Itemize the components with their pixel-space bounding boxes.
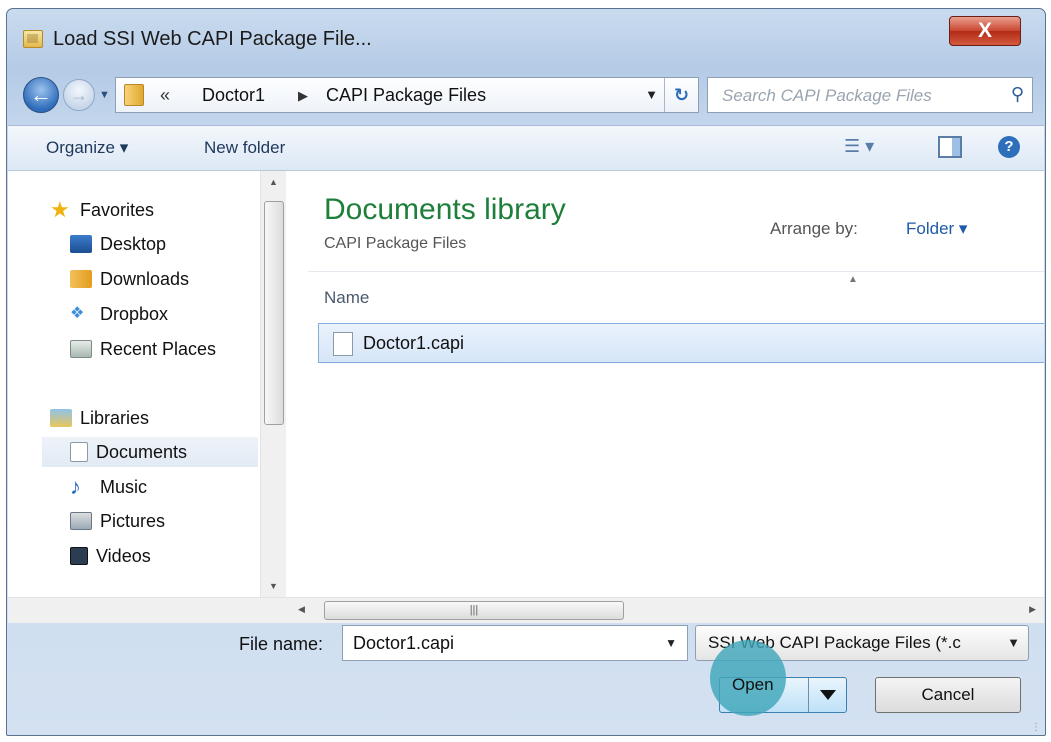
breadcrumb-item-doctor1[interactable]: Doctor1 <box>202 85 265 106</box>
sidebar-label: Pictures <box>100 510 166 531</box>
forward-arrow-icon[interactable]: → <box>63 79 95 111</box>
view-options-icon[interactable]: ☰ ▾ <box>844 136 874 158</box>
desktop-icon <box>70 235 92 253</box>
close-button[interactable]: X <box>949 16 1021 46</box>
arrange-by-dropdown[interactable]: Folder ▾ <box>906 219 967 239</box>
title-bar: Load SSI Web CAPI Package File... X <box>7 9 1045 69</box>
sidebar-label: Desktop <box>100 233 167 254</box>
file-name-value[interactable]: Doctor1.capi <box>353 633 454 654</box>
navigation-bar: ← → ▼ « Doctor1 ▶ CAPI Package Files ▼ ↻… <box>7 67 1045 123</box>
sidebar-item-downloads[interactable]: Downloads <box>70 264 189 294</box>
sidebar-label: Dropbox <box>100 303 169 324</box>
help-icon[interactable]: ? <box>998 136 1020 158</box>
breadcrumb-separator-icon[interactable]: ▶ <box>298 88 308 104</box>
sidebar-item-pictures[interactable]: Pictures <box>70 506 165 536</box>
sidebar-item-documents[interactable]: Documents <box>42 437 258 467</box>
recent-locations-dropdown-icon[interactable]: ▼ <box>99 89 110 101</box>
library-subtitle: CAPI Package Files <box>324 235 467 252</box>
documents-icon <box>70 442 88 462</box>
window-title: Load SSI Web CAPI Package File... <box>53 28 372 50</box>
sidebar-item-favorites[interactable]: ★ Favorites <box>50 195 154 225</box>
folder-icon <box>124 84 144 106</box>
sidebar-item-desktop[interactable]: Desktop <box>70 229 166 259</box>
preview-pane-icon[interactable] <box>938 136 962 158</box>
dropbox-icon: ❖ <box>70 305 85 322</box>
downloads-icon <box>70 270 92 288</box>
library-title: Documents library <box>324 193 566 226</box>
search-input[interactable]: Search CAPI Package Files <box>722 86 932 106</box>
sidebar-label: Music <box>100 476 148 497</box>
open-split-dropdown-icon[interactable] <box>808 678 846 712</box>
organize-button[interactable]: Organize ▾ <box>46 138 128 158</box>
recent-places-icon <box>70 340 92 358</box>
videos-icon <box>70 547 88 565</box>
app-icon <box>23 30 43 48</box>
breadcrumb-overflow[interactable]: « <box>160 85 170 106</box>
sort-ascending-icon: ▲ <box>848 274 858 285</box>
resize-grip-icon[interactable]: ⋮ <box>1031 722 1041 733</box>
new-folder-button[interactable]: New folder <box>204 138 285 158</box>
back-arrow-icon[interactable]: ← <box>23 77 59 113</box>
sidebar-item-recent-places[interactable]: Recent Places <box>70 334 216 364</box>
command-toolbar: Organize ▾ New folder ☰ ▾ ? <box>8 125 1044 171</box>
sidebar-item-libraries[interactable]: Libraries <box>50 403 149 433</box>
file-open-dialog: Load SSI Web CAPI Package File... X ← → … <box>6 8 1046 736</box>
search-box[interactable]: Search CAPI Package Files ⚲ <box>707 77 1033 113</box>
file-type-dropdown-icon[interactable]: ▼ <box>1007 635 1020 650</box>
music-icon: ♪ <box>70 474 81 499</box>
address-bar[interactable]: « Doctor1 ▶ CAPI Package Files ▼ ↻ <box>115 77 699 113</box>
breadcrumb-item-capi-package-files[interactable]: CAPI Package Files <box>326 85 486 106</box>
sidebar-label: Downloads <box>100 268 190 289</box>
arrange-by-label: Arrange by: <box>770 219 858 238</box>
sidebar-item-dropbox[interactable]: ❖ Dropbox <box>70 299 168 329</box>
file-icon <box>333 332 353 356</box>
sidebar-label: Documents <box>96 441 188 462</box>
content-area: ★ Favorites Desktop Downloads ❖ Dropbox … <box>8 171 1044 623</box>
search-icon[interactable]: ⚲ <box>1011 84 1024 105</box>
sidebar-label: Favorites <box>80 199 155 220</box>
scrollbar-thumb[interactable] <box>264 201 284 425</box>
scroll-up-icon[interactable]: ▲ <box>269 177 278 187</box>
navigation-pane: ★ Favorites Desktop Downloads ❖ Dropbox … <box>8 171 258 597</box>
star-icon: ★ <box>50 197 70 222</box>
open-button-label[interactable]: Open <box>732 675 774 695</box>
refresh-icon[interactable]: ↻ <box>664 78 698 112</box>
pictures-icon <box>70 512 92 530</box>
file-name-dropdown-icon[interactable]: ▼ <box>665 636 677 650</box>
sidebar-label: Recent Places <box>100 338 217 359</box>
column-header-row: Name ▲ <box>308 271 1044 315</box>
scroll-down-icon[interactable]: ▼ <box>269 581 278 591</box>
file-name: Doctor1.capi <box>363 333 465 353</box>
file-name-label: File name: <box>239 634 324 654</box>
cancel-button[interactable]: Cancel <box>875 677 1021 713</box>
file-row[interactable]: Doctor1.capi <box>318 323 1044 363</box>
sidebar-item-music[interactable]: ♪ Music <box>70 472 147 502</box>
sidebar-item-videos[interactable]: Videos <box>70 541 151 571</box>
address-dropdown-icon[interactable]: ▼ <box>645 87 658 102</box>
sidebar-label: Libraries <box>80 407 150 428</box>
file-name-field[interactable]: Doctor1.capi ▼ <box>342 625 688 661</box>
dialog-footer: File name: Doctor1.capi ▼ SSI Web CAPI P… <box>7 611 1045 735</box>
sidebar-label: Videos <box>96 545 151 566</box>
libraries-icon <box>50 409 72 427</box>
navigation-scrollbar[interactable]: ▲ ▼ <box>260 171 286 597</box>
column-header-name[interactable]: Name <box>324 288 369 308</box>
